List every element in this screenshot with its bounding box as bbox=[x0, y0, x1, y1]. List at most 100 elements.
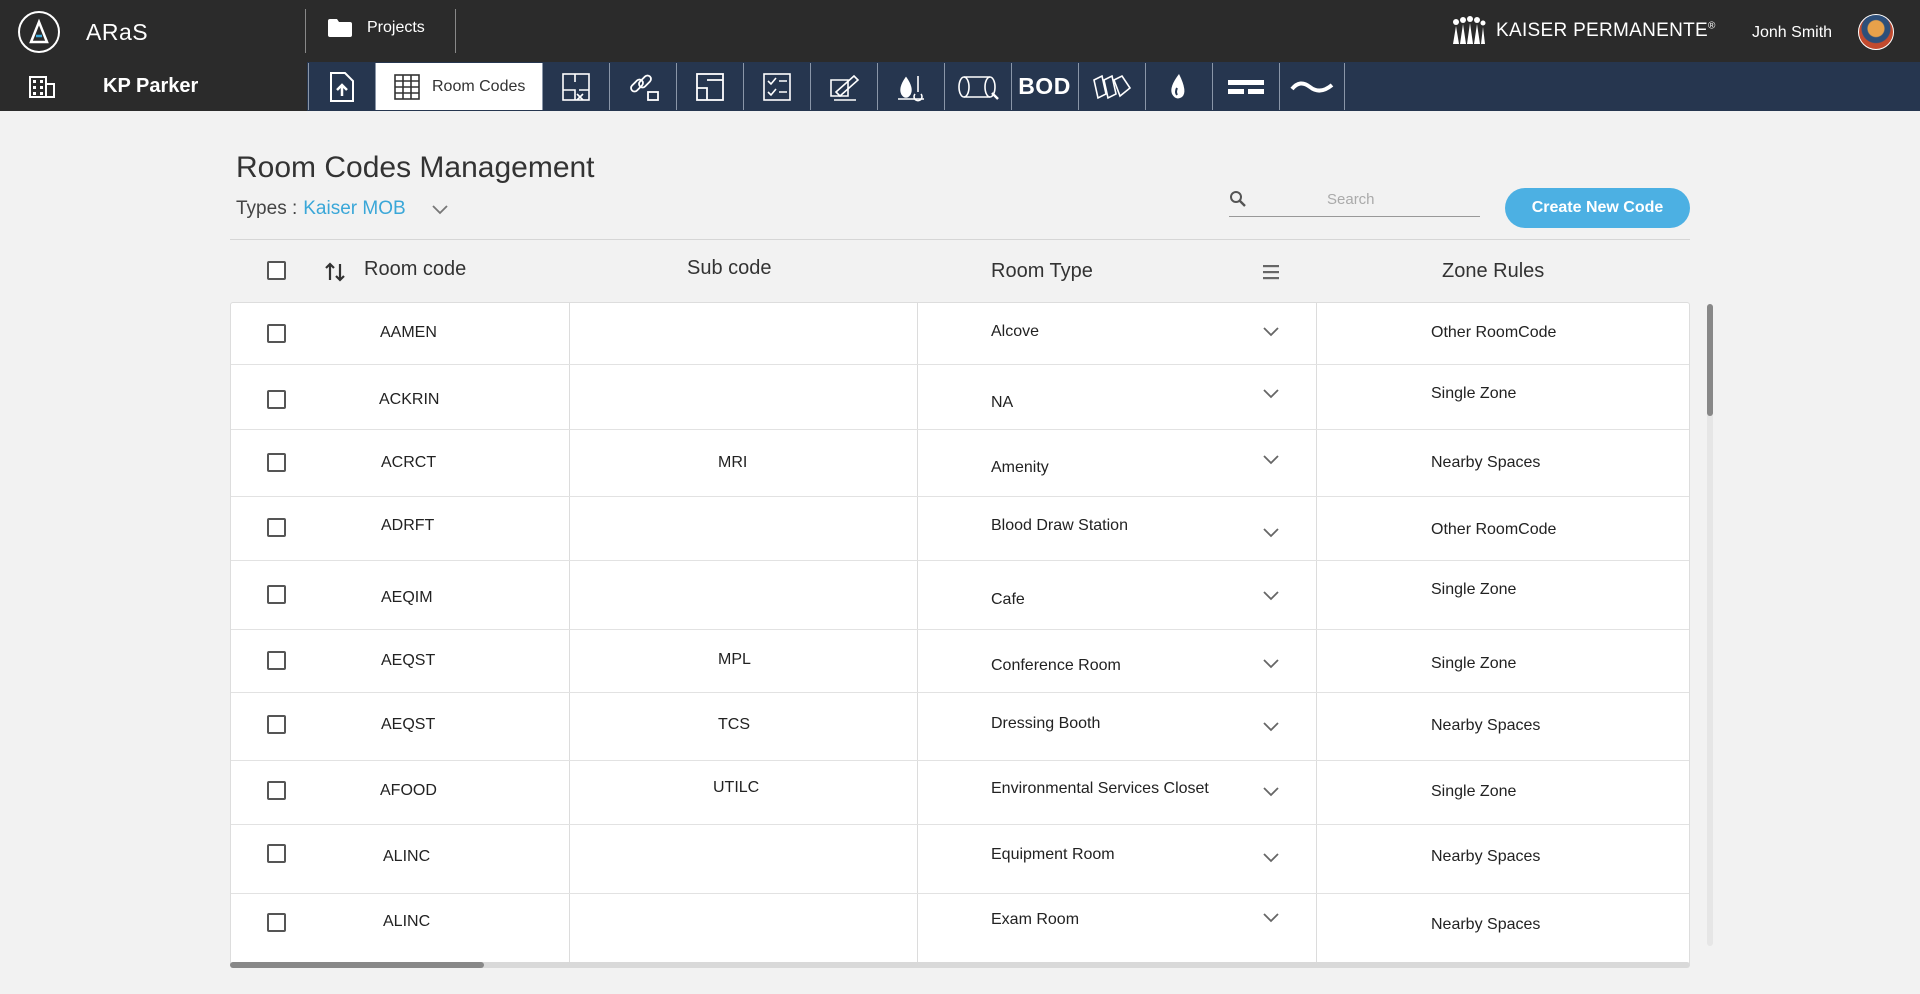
row-checkbox[interactable] bbox=[267, 651, 286, 670]
room-code-cell: ALINC bbox=[383, 913, 431, 930]
building-icon bbox=[29, 75, 55, 98]
vertical-scrollbar-thumb[interactable] bbox=[1707, 304, 1713, 416]
create-new-code-button[interactable]: Create New Code bbox=[1505, 188, 1690, 228]
bod-tool[interactable]: BOD bbox=[1011, 63, 1077, 110]
select-all-checkbox[interactable] bbox=[267, 261, 286, 280]
chevron-down-icon[interactable] bbox=[1263, 327, 1279, 337]
row-checkbox[interactable] bbox=[267, 390, 286, 409]
wave-tool[interactable] bbox=[1279, 63, 1345, 110]
room-codes-grid-icon bbox=[394, 73, 420, 100]
room-code-cell: ALINC bbox=[383, 848, 431, 865]
search-placeholder: Search bbox=[1327, 191, 1375, 208]
table-row[interactable]: ALINC Exam Room Nearby Spaces bbox=[231, 894, 1689, 965]
zone-rule-cell: Nearby Spaces bbox=[1431, 916, 1541, 933]
row-checkbox[interactable] bbox=[267, 518, 286, 537]
tool-bar: KP Parker Room Codes BOD bbox=[0, 62, 1920, 111]
projects-label: Projects bbox=[367, 19, 425, 36]
row-checkbox[interactable] bbox=[267, 844, 286, 863]
row-checkbox[interactable] bbox=[267, 453, 286, 472]
folder-icon bbox=[328, 19, 352, 37]
wave-icon bbox=[1290, 81, 1334, 92]
upload-document-tool[interactable] bbox=[308, 63, 374, 110]
types-filter: Types : Kaiser MOB bbox=[236, 198, 448, 220]
temperature-drop-tool[interactable] bbox=[877, 63, 943, 110]
bod-icon: BOD bbox=[1018, 73, 1071, 99]
temperature-drop-icon bbox=[897, 75, 924, 101]
header-room-code[interactable]: Room code bbox=[364, 258, 466, 281]
tab-room-codes-label: Room Codes bbox=[432, 77, 526, 95]
room-code-cell: ADRFT bbox=[381, 517, 435, 534]
avatar[interactable] bbox=[1858, 14, 1894, 50]
double-line-tool[interactable] bbox=[1212, 63, 1278, 110]
table-row[interactable]: ADRFT Blood Draw Station Other RoomCode bbox=[231, 497, 1689, 561]
pipe-tool[interactable] bbox=[944, 63, 1010, 110]
row-checkbox[interactable] bbox=[267, 781, 286, 800]
table-row[interactable]: ACRCT MRI Amenity Nearby Spaces bbox=[231, 430, 1689, 497]
checklist-icon bbox=[762, 72, 791, 101]
chevron-down-icon[interactable] bbox=[1263, 722, 1279, 732]
table-row[interactable]: AEQST MPL Conference Room Single Zone bbox=[231, 630, 1689, 693]
edit-drawing-tool[interactable] bbox=[810, 63, 876, 110]
link-excel-icon bbox=[629, 74, 659, 101]
materials-icon bbox=[1092, 74, 1131, 99]
tab-room-codes[interactable]: Room Codes bbox=[375, 63, 542, 110]
projects-button[interactable]: Projects bbox=[327, 18, 425, 38]
table-row[interactable]: ACKRIN NA Single Zone bbox=[231, 365, 1689, 430]
column-menu-icon[interactable] bbox=[1262, 264, 1280, 285]
chevron-down-icon[interactable] bbox=[1263, 787, 1279, 797]
floor-plan-tool[interactable] bbox=[542, 63, 608, 110]
layout-tool[interactable] bbox=[676, 63, 742, 110]
app-name: ARaS bbox=[86, 19, 149, 45]
horizontal-scrollbar-thumb[interactable] bbox=[230, 962, 484, 968]
upload-document-icon bbox=[329, 71, 354, 102]
layout-icon bbox=[695, 72, 724, 101]
header-room-type[interactable]: Room Type bbox=[991, 260, 1093, 283]
kaiser-permanente-icon bbox=[1453, 16, 1486, 44]
project-selector[interactable]: KP Parker bbox=[0, 62, 307, 111]
chevron-down-icon[interactable] bbox=[1263, 455, 1279, 465]
divider bbox=[230, 239, 1690, 240]
chevron-down-icon[interactable] bbox=[1263, 913, 1279, 923]
header-sub-code[interactable]: Sub code bbox=[687, 257, 772, 280]
room-type-cell: Amenity bbox=[991, 459, 1049, 476]
header-zone-rules[interactable]: Zone Rules bbox=[1442, 260, 1544, 283]
zone-rule-cell: Single Zone bbox=[1431, 581, 1517, 598]
table-row[interactable]: ALINC Equipment Room Nearby Spaces bbox=[231, 825, 1689, 894]
chevron-down-icon[interactable] bbox=[1263, 389, 1279, 399]
zone-rule-cell: Other RoomCode bbox=[1431, 521, 1557, 538]
aras-logo-icon[interactable] bbox=[18, 11, 60, 53]
row-checkbox[interactable] bbox=[267, 715, 286, 734]
water-drop-tool[interactable] bbox=[1145, 63, 1211, 110]
table-row[interactable]: AFOOD UTILC Environmental Services Close… bbox=[231, 761, 1689, 825]
room-code-cell: AEQST bbox=[381, 652, 436, 669]
row-checkbox[interactable] bbox=[267, 324, 286, 343]
chevron-down-icon[interactable] bbox=[432, 205, 448, 215]
search-input[interactable]: Search bbox=[1229, 188, 1480, 217]
user-name[interactable]: Jonh Smith bbox=[1752, 24, 1832, 42]
chevron-down-icon[interactable] bbox=[1263, 528, 1279, 538]
link-excel-tool[interactable] bbox=[609, 63, 675, 110]
water-drop-icon bbox=[1170, 73, 1184, 98]
room-code-cell: AEQST bbox=[381, 716, 436, 733]
row-checkbox[interactable] bbox=[267, 913, 286, 932]
table-row[interactable]: AEQST TCS Dressing Booth Nearby Spaces bbox=[231, 693, 1689, 761]
sort-icon[interactable] bbox=[323, 260, 347, 289]
room-type-cell: Equipment Room bbox=[991, 846, 1115, 863]
floor-plan-icon bbox=[561, 72, 590, 101]
page-title: Room Codes Management bbox=[236, 151, 595, 184]
checklist-tool[interactable] bbox=[743, 63, 809, 110]
edit-drawing-icon bbox=[829, 74, 859, 101]
zone-rule-cell: Other RoomCode bbox=[1431, 324, 1557, 341]
materials-tool[interactable] bbox=[1078, 63, 1144, 110]
sub-code-cell: UTILC bbox=[713, 779, 760, 796]
row-checkbox[interactable] bbox=[267, 585, 286, 604]
room-code-cell: ACRCT bbox=[381, 454, 437, 471]
chevron-down-icon[interactable] bbox=[1263, 591, 1279, 601]
brand-text: KAISER PERMANENTE® bbox=[1496, 20, 1716, 41]
chevron-down-icon[interactable] bbox=[1263, 853, 1279, 863]
room-type-cell: Dressing Booth bbox=[991, 715, 1101, 732]
types-value[interactable]: Kaiser MOB bbox=[303, 198, 405, 220]
table-row[interactable]: AEQIM Cafe Single Zone bbox=[231, 561, 1689, 630]
table-row[interactable]: AAMEN Alcove Other RoomCode bbox=[231, 303, 1689, 365]
chevron-down-icon[interactable] bbox=[1263, 659, 1279, 669]
